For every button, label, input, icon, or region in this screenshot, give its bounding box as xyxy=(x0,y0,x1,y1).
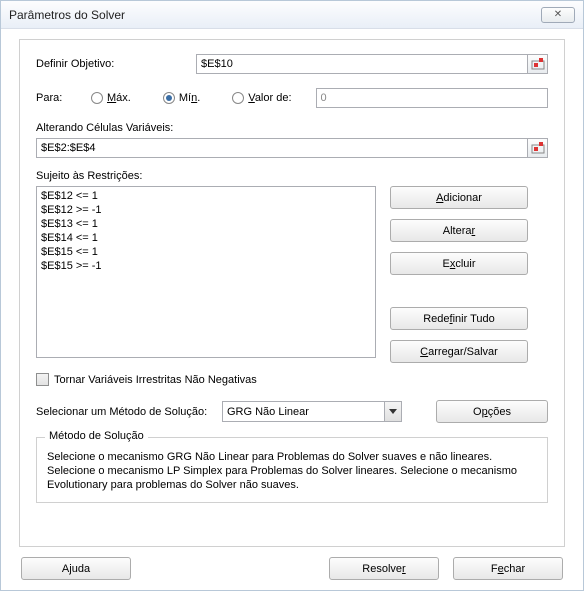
radio-min[interactable]: Mín. xyxy=(163,92,200,104)
dialog-footer: Ajuda Resolver Fechar xyxy=(19,557,565,580)
titlebar[interactable]: Parâmetros do Solver ✕ xyxy=(1,1,583,29)
solver-dialog: Parâmetros do Solver ✕ Definir Objetivo:… xyxy=(0,0,584,591)
objective-ref-button[interactable] xyxy=(528,54,548,74)
method-select-value: GRG Não Linear xyxy=(222,401,402,422)
constraints-listbox[interactable]: $E$12 <= 1$E$12 >= -1$E$13 <= 1$E$14 <= … xyxy=(36,186,376,358)
radio-min-label: Mín. xyxy=(179,92,200,104)
radio-max[interactable]: Máx. xyxy=(91,92,131,104)
vars-input[interactable] xyxy=(36,138,528,158)
inner-frame: Definir Objetivo: Para: Máx. xyxy=(19,39,565,547)
load-save-button[interactable]: Carregar/Salvar xyxy=(390,340,528,363)
constraint-buttons: Adicionar Alterar Excluir Redefinir Tudo… xyxy=(390,186,528,363)
list-item[interactable]: $E$15 >= -1 xyxy=(41,259,371,273)
objective-input[interactable] xyxy=(196,54,528,74)
radio-max-label: Máx. xyxy=(107,92,131,104)
close-button[interactable]: ✕ xyxy=(541,7,575,23)
valor-de-input[interactable] xyxy=(316,88,548,108)
radio-valor-label: Valor de: xyxy=(248,92,291,104)
close-icon: ✕ xyxy=(554,9,562,20)
window-title: Parâmetros do Solver xyxy=(9,8,125,22)
method-label: Selecionar um Método de Solução: xyxy=(36,406,212,418)
collapse-dialog-icon xyxy=(531,57,545,71)
list-item[interactable]: $E$15 <= 1 xyxy=(41,245,371,259)
collapse-dialog-icon xyxy=(531,141,545,155)
help-button[interactable]: Ajuda xyxy=(21,557,131,580)
radio-icon xyxy=(91,92,103,104)
list-item[interactable]: $E$12 >= -1 xyxy=(41,203,371,217)
method-select[interactable]: GRG Não Linear xyxy=(222,401,402,422)
para-row: Para: Máx. Mín. Valor de: xyxy=(36,88,548,108)
constraints-label: Sujeito às Restrições: xyxy=(36,170,548,182)
solve-button[interactable]: Resolver xyxy=(329,557,439,580)
radio-icon xyxy=(232,92,244,104)
radio-valor-de[interactable]: Valor de: xyxy=(232,92,291,104)
objective-row: Definir Objetivo: xyxy=(36,54,548,74)
method-row: Selecionar um Método de Solução: GRG Não… xyxy=(36,400,548,423)
dialog-content: Definir Objetivo: Para: Máx. xyxy=(1,29,583,592)
change-button[interactable]: Alterar xyxy=(390,219,528,242)
list-item[interactable]: $E$13 <= 1 xyxy=(41,217,371,231)
options-button[interactable]: Opções xyxy=(436,400,548,423)
info-box-title: Método de Solução xyxy=(45,430,148,442)
close-dialog-button[interactable]: Fechar xyxy=(453,557,563,580)
checkbox-icon xyxy=(36,373,49,386)
vars-row xyxy=(36,138,548,158)
vars-label: Alterando Células Variáveis: xyxy=(36,122,548,134)
chevron-down-icon xyxy=(384,402,401,421)
objective-label: Definir Objetivo: xyxy=(36,58,196,70)
radio-icon xyxy=(163,92,175,104)
method-info-box: Método de Solução Selecione o mecanismo … xyxy=(36,437,548,503)
nonneg-checkbox-row[interactable]: Tornar Variáveis Irrestritas Não Negativ… xyxy=(36,373,548,386)
constraints-area: $E$12 <= 1$E$12 >= -1$E$13 <= 1$E$14 <= … xyxy=(36,186,548,363)
list-item[interactable]: $E$12 <= 1 xyxy=(41,189,371,203)
radio-group: Máx. Mín. Valor de: xyxy=(91,92,292,104)
reset-button[interactable]: Redefinir Tudo xyxy=(390,307,528,330)
add-button[interactable]: Adicionar xyxy=(390,186,528,209)
nonneg-checkbox-label: Tornar Variáveis Irrestritas Não Negativ… xyxy=(54,374,257,386)
list-item[interactable]: $E$14 <= 1 xyxy=(41,231,371,245)
para-label: Para: xyxy=(36,92,91,104)
info-box-text: Selecione o mecanismo GRG Não Linear par… xyxy=(47,450,537,492)
delete-button[interactable]: Excluir xyxy=(390,252,528,275)
vars-ref-button[interactable] xyxy=(528,138,548,158)
